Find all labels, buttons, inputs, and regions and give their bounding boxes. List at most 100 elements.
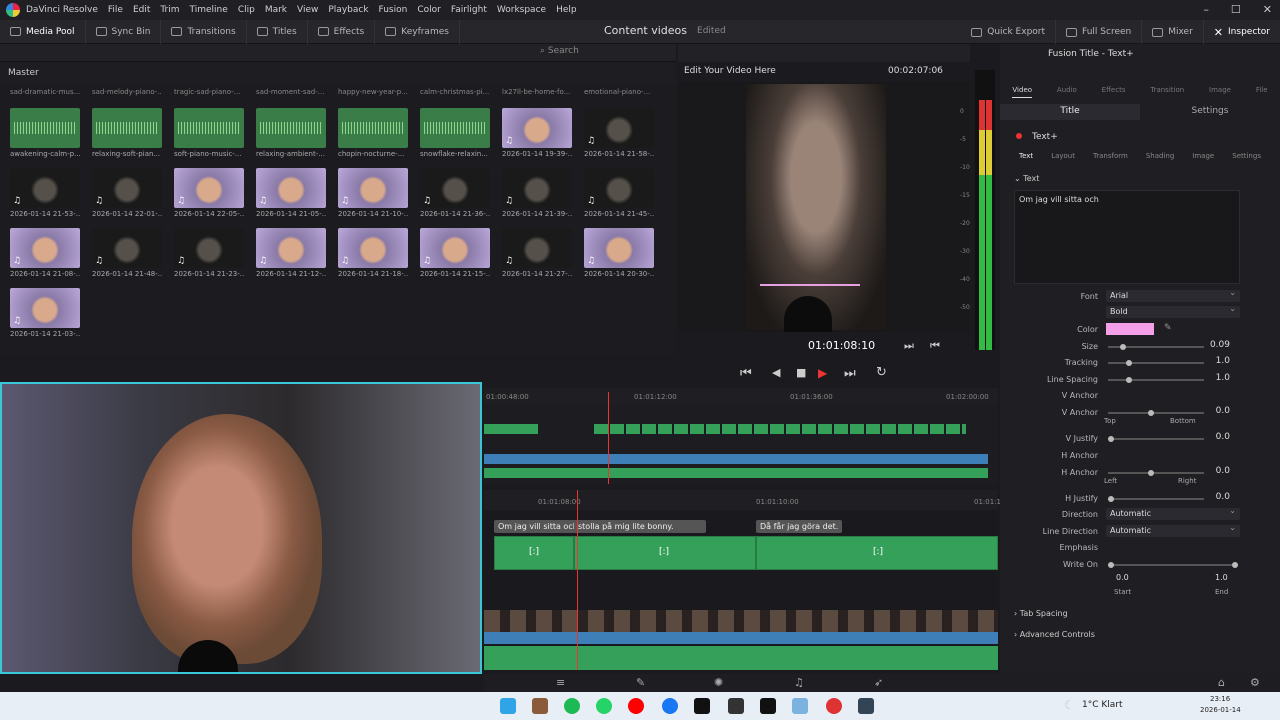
titles-button[interactable]: Titles [247,19,308,44]
title-clip-2[interactable]: [:] [574,536,756,570]
app-icon[interactable] [532,698,548,714]
media-clip[interactable]: snowflake-relaxin... [420,108,490,158]
h-anchor-slider-knob[interactable] [1148,470,1154,476]
texttab-text[interactable]: Text [1019,152,1033,160]
text-section-header[interactable]: ⌄ Text [1014,174,1039,183]
menu-color[interactable]: Color [417,5,441,15]
texttab-transform[interactable]: Transform [1093,152,1128,160]
title-clip-3[interactable]: [:] [756,536,998,570]
media-clip[interactable]: relaxing-ambient-... [256,108,326,158]
media-clip[interactable]: ♫ 2026-01-14 21-03-... [10,288,80,338]
direction-dropdown[interactable]: Automatic [1106,506,1240,520]
v-anchor-slider[interactable] [1108,410,1204,416]
media-clip[interactable]: ♫ 2026-01-14 22-01-... [92,168,162,218]
whatsapp-icon[interactable] [596,698,612,714]
eyedropper-icon[interactable]: ✎ [1164,323,1172,333]
bin-master[interactable]: Master [0,62,676,84]
media-clip[interactable]: ♫ 2026-01-14 21-05-... [256,168,326,218]
cut-page-icon[interactable]: ≡ [556,676,565,689]
size-slider-knob[interactable] [1120,344,1126,350]
maximize-icon[interactable]: ☐ [1231,3,1241,16]
text-input[interactable]: Om jag vill sitta och [1014,190,1240,284]
tab-audio[interactable]: Audio [1057,68,1077,98]
x-icon[interactable] [760,698,776,714]
menu-edit[interactable]: Edit [133,5,150,15]
h-anchor-slider[interactable] [1108,470,1204,476]
menu-fusion[interactable]: Fusion [379,5,408,15]
tracking-slider[interactable] [1108,360,1204,366]
inspector-button[interactable]: ✕ Inspector [1204,20,1280,44]
fusion-page-icon[interactable]: ✺ [714,676,723,689]
prev-frame-icon[interactable]: ⏮ [930,339,940,353]
v-anchor-slider-knob[interactable] [1148,410,1154,416]
play-reverse-icon[interactable]: ◀ [772,366,780,379]
sync-bin-button[interactable]: Sync Bin [86,19,162,44]
texttab-layout[interactable]: Layout [1051,152,1075,160]
tab-effects[interactable]: Effects [1102,68,1126,98]
media-clip[interactable]: ♫ 2026-01-14 21-27-... [502,228,572,278]
size-slider[interactable] [1108,344,1204,350]
subtab-title[interactable]: Title [1000,104,1140,120]
youtube-icon[interactable] [628,698,644,714]
line-direction-dropdown[interactable]: Automatic [1106,523,1240,537]
close-icon[interactable]: ✕ [1263,3,1272,16]
subtitle-clip-3[interactable]: Då får jag göra det. [756,520,843,533]
subtitle-clip-2[interactable]: stolla på mig lite bonny. [574,520,706,533]
v-anchor-value[interactable]: 0.0 [1200,406,1230,416]
stop-icon[interactable]: ■ [796,366,806,379]
timeline-ruler-overview[interactable]: 01:00:48:00 01:01:12:00 01:01:36:00 01:0… [484,388,998,404]
color-swatch[interactable] [1106,323,1154,335]
menu-timeline[interactable]: Timeline [190,5,228,15]
write-on-start-knob[interactable] [1108,562,1114,568]
edge-icon[interactable] [500,698,516,714]
texttab-settings[interactable]: Settings [1232,152,1261,160]
timeline-overview[interactable] [484,392,998,484]
menu-help[interactable]: Help [556,5,577,15]
play-icon[interactable]: ▶ [818,366,827,380]
node-enabled-icon[interactable] [1016,133,1022,139]
menu-mark[interactable]: Mark [265,5,287,15]
subtitle-clip-1[interactable]: Om jag vill sitta och [494,520,582,533]
menu-view[interactable]: View [297,5,318,15]
clock-date[interactable]: 2026-01-14 [1200,706,1241,714]
line-spacing-slider-knob[interactable] [1126,377,1132,383]
line-spacing-value[interactable]: 1.0 [1200,373,1230,383]
media-clip[interactable]: ♫ 2026-01-14 21-18-... [338,228,408,278]
font-dropdown[interactable]: Arial [1106,288,1240,302]
media-clip[interactable]: ♫ 2026-01-14 20-30-... [584,228,654,278]
timeline-playhead[interactable] [577,490,578,670]
menu-playback[interactable]: Playback [328,5,368,15]
media-clip[interactable]: ♫ 2026-01-14 21-53-... [10,168,80,218]
h-justify-value[interactable]: 0.0 [1200,492,1230,502]
tracking-slider-knob[interactable] [1126,360,1132,366]
media-clip[interactable]: ♫ 2026-01-14 21-45-... [584,168,654,218]
tiktok-icon[interactable] [694,698,710,714]
go-to-end-icon[interactable]: ⏭ [844,366,856,381]
line-spacing-slider[interactable] [1108,377,1204,383]
title-clip-1[interactable]: [:] [494,536,574,570]
clock-time[interactable]: 23:16 [1210,695,1230,703]
mixer-button[interactable]: Mixer [1142,20,1204,44]
media-clip[interactable]: relaxing-soft-pian... [92,108,162,158]
menu-fairlight[interactable]: Fairlight [451,5,487,15]
tab-file[interactable]: File [1256,68,1268,98]
h-justify-slider-knob[interactable] [1108,496,1114,502]
media-pool-button[interactable]: Media Pool [0,19,86,44]
timeline-ruler[interactable]: 01:01:08:00 01:01:10:00 01:01:1 [484,490,1001,510]
subtab-settings[interactable]: Settings [1140,104,1280,120]
video-track-thumbnails[interactable] [484,610,998,632]
texttab-shading[interactable]: Shading [1146,152,1174,160]
resolve-taskbar-icon[interactable] [826,698,842,714]
menu-file[interactable]: File [108,5,123,15]
media-clip[interactable]: ♫ 2026-01-14 21-10-... [338,168,408,218]
menu-trim[interactable]: Trim [160,5,179,15]
edit-page-icon[interactable]: ✎ [636,676,645,689]
weather-text[interactable]: 1°C Klart [1082,700,1123,710]
tab-spacing-section[interactable]: › Tab Spacing [1014,609,1068,618]
app-icon-2[interactable] [728,698,744,714]
next-frame-icon[interactable]: ⏭ [904,339,914,353]
video-preview[interactable] [746,84,886,330]
texttab-image[interactable]: Image [1192,152,1214,160]
media-clip[interactable]: ♫ 2026-01-14 21-39-... [502,168,572,218]
app-icon-3[interactable] [858,698,874,714]
